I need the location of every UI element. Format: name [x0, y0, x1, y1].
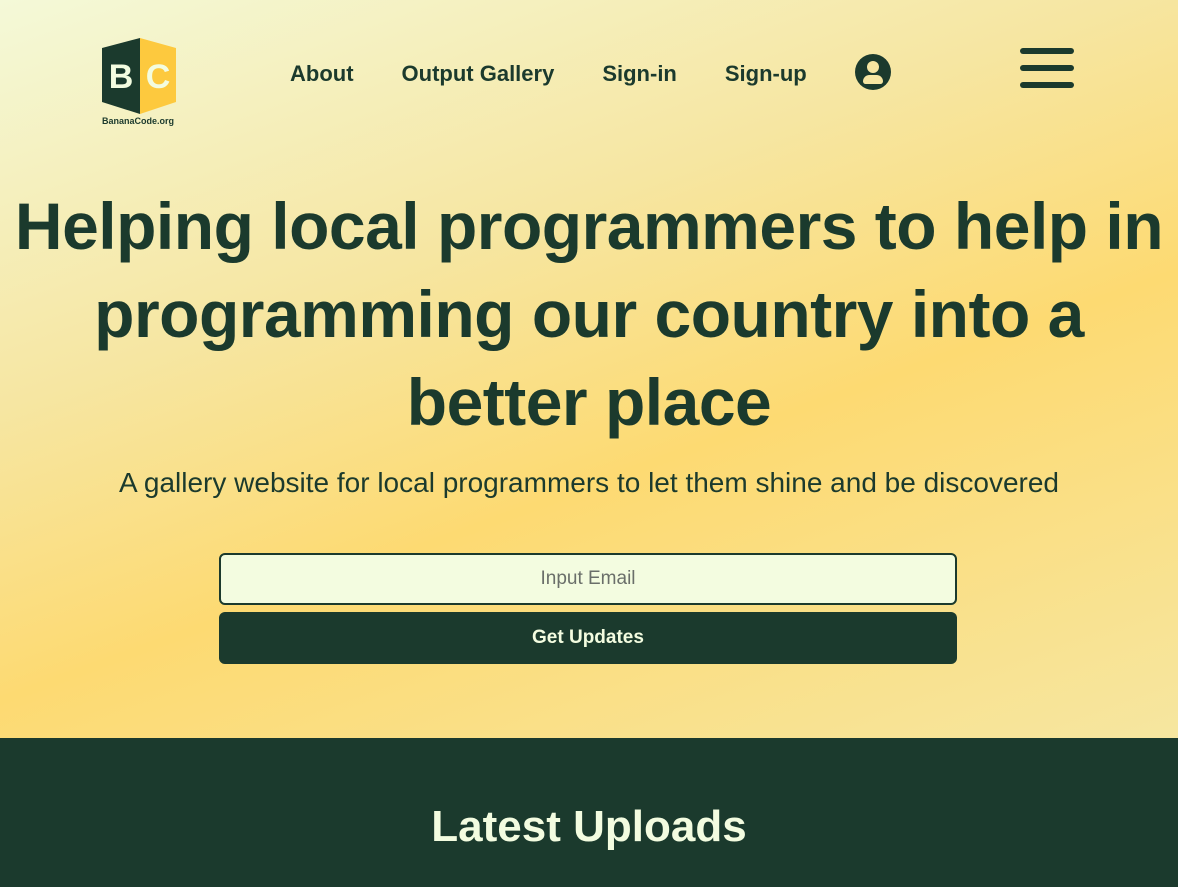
svg-text:C: C [146, 58, 171, 96]
email-input[interactable] [219, 553, 957, 605]
logo-text: BananaCode.org [102, 116, 175, 126]
main-nav: About Output Gallery Sign-in Sign-up [290, 54, 891, 90]
nav-sign-up[interactable]: Sign-up [725, 61, 807, 87]
logo-cube-icon: B C [102, 38, 176, 114]
latest-uploads-section: Latest Uploads [0, 738, 1178, 887]
svg-text:B: B [109, 58, 134, 96]
hero-section: B C BananaCode.org About Output Gallery … [0, 0, 1178, 738]
hamburger-menu-icon[interactable] [1020, 48, 1074, 99]
user-account-icon[interactable] [854, 54, 891, 90]
latest-uploads-heading: Latest Uploads [431, 802, 747, 851]
hero-title: Helping local programmers to help in pro… [14, 189, 1164, 439]
logo[interactable]: B C BananaCode.org [102, 38, 178, 126]
get-updates-button[interactable]: Get Updates [219, 612, 957, 664]
nav-output-gallery[interactable]: Output Gallery [402, 61, 555, 87]
nav-sign-in[interactable]: Sign-in [602, 61, 677, 87]
hero-subtitle: A gallery website for local programmers … [118, 467, 1060, 498]
nav-about[interactable]: About [290, 61, 354, 87]
